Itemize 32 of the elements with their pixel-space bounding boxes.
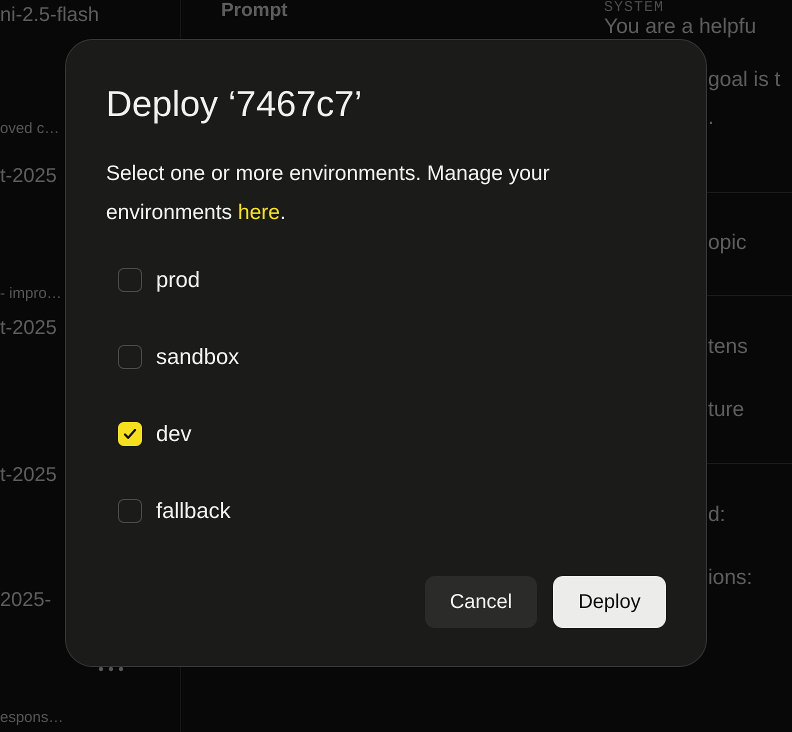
list-item-text: 2025- — [0, 588, 52, 614]
prompt-heading: Prompt — [221, 0, 288, 22]
list-item-text: ni-2.5-flash — [0, 3, 99, 28]
environment-label: dev — [156, 421, 192, 447]
list-item-text: t-2025 — [0, 164, 57, 189]
content-text: d: — [708, 503, 726, 526]
environment-label: sandbox — [156, 344, 240, 370]
system-label: SYSTEM — [604, 0, 666, 16]
content-text: ions: — [708, 566, 752, 589]
list-item-text: t-2025 — [0, 316, 57, 342]
list-item-text: - impro… — [0, 284, 62, 302]
content-text: . — [708, 106, 714, 129]
list-item-text: t-2025 — [0, 463, 57, 488]
more-icon[interactable] — [98, 666, 124, 672]
content-text: ture — [708, 398, 744, 421]
system-text: You are a helpfu — [604, 16, 758, 38]
checkbox[interactable] — [118, 499, 142, 523]
environments-link[interactable]: here — [238, 201, 280, 224]
environment-label: prod — [156, 267, 200, 293]
content-text: opic — [708, 231, 747, 254]
content-text: goal is t — [708, 68, 780, 91]
checkbox[interactable] — [118, 345, 142, 369]
checkbox[interactable] — [118, 268, 142, 292]
cancel-button[interactable]: Cancel — [425, 576, 537, 628]
list-item-text: oved c… — [0, 120, 60, 137]
dialog-title: Deploy ‘7467c7’ — [106, 82, 364, 126]
dialog-description: Select one or more environments. Manage your environments here. — [106, 161, 551, 226]
list-item-text: espons… — [0, 709, 64, 726]
environment-label: fallback — [156, 498, 231, 524]
check-icon — [122, 426, 138, 442]
content-text: tens — [708, 335, 748, 358]
deploy-button[interactable]: Deploy — [553, 576, 666, 628]
